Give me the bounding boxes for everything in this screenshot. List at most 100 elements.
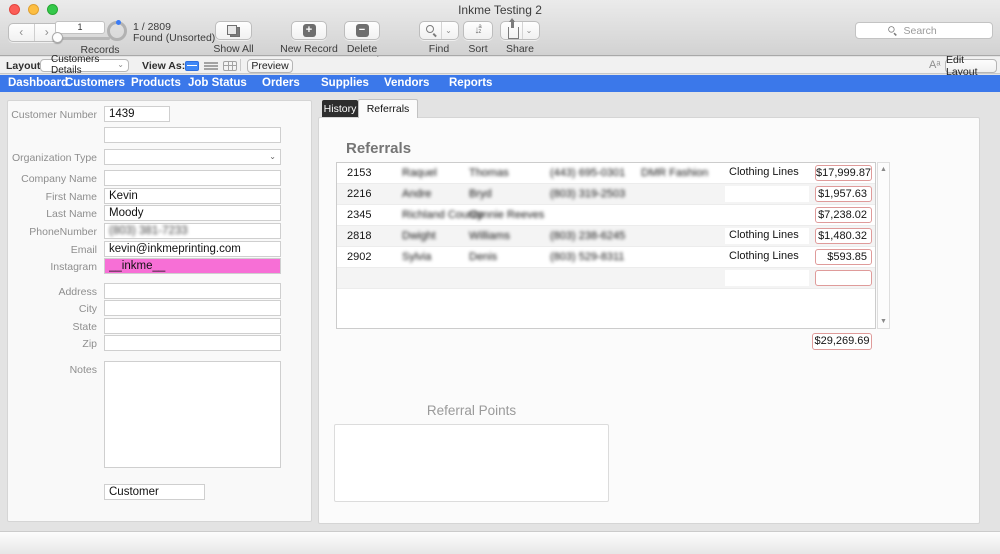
list-view-icon[interactable] [204,61,218,71]
form-view-icon[interactable] [185,61,199,71]
divider [240,59,241,71]
referral-type-field[interactable]: Clothing Lines [725,228,809,244]
app-window: Inkme Testing 2 ‹ › 1 1 / 2809 Found (Un… [0,0,1000,554]
find-label: Find [419,43,459,55]
email-label: Email [8,244,97,256]
edit-layout-button[interactable]: Edit Layout [945,59,997,73]
layout-select[interactable]: Customers Details ⌄ [40,59,129,72]
nav-item-vendors[interactable]: Vendors [384,77,429,89]
chevron-down-icon: ⌄ [269,152,276,161]
portal-scrollbar[interactable]: ▲ ▼ [877,162,890,329]
table-view-icon[interactable] [223,61,237,71]
record-slider-thumb[interactable] [52,32,63,43]
referral-amount-field[interactable]: $1,957.63 [815,186,872,202]
referral-amount-field[interactable] [815,270,872,286]
email-field[interactable] [104,241,281,257]
nav-item-products[interactable]: Products [131,77,181,89]
tab-referrals-label: Referrals [367,103,410,115]
first-name-field[interactable] [104,188,281,204]
referral-amount-field[interactable]: $1,480.32 [815,228,872,244]
notes-label: Notes [8,364,97,376]
delete-record-button[interactable]: − [344,21,380,40]
share-button[interactable]: ⌄ [500,21,540,40]
redacted-phone: (443) 695-0301 [550,167,625,179]
show-all-button[interactable] [215,21,252,40]
record-content: Customer Number Organization Type ⌄ Comp… [0,92,1000,531]
address-field[interactable] [104,283,281,299]
scroll-down-icon[interactable]: ▼ [878,318,889,325]
redacted-first-name: Raquel [402,167,437,179]
phone-number-label: PhoneNumber [8,226,97,238]
notes-field[interactable] [104,361,281,468]
record-number-field[interactable]: 1 [55,21,105,34]
city-label: City [8,303,97,315]
table-row[interactable]: 2153 Raquel Thomas (443) 695-0301 DMR Fa… [337,163,875,184]
window-footer [0,531,1000,554]
record-slider-track[interactable] [55,37,110,40]
referral-points-label: Referral Points [334,403,609,418]
redacted-last-name: Denis [469,251,497,263]
referral-amount-field[interactable]: $593.85 [815,249,872,265]
referral-type-field[interactable] [725,270,809,286]
divider [441,22,442,39]
first-name-label: First Name [8,191,97,203]
chevron-down-icon[interactable]: ⌄ [526,27,533,35]
referral-type-field[interactable] [725,186,809,202]
nav-item-orders[interactable]: Orders [262,77,300,89]
table-row[interactable]: 2216 Andre Bryd (803) 319-2503 $1,957.63 [337,184,875,205]
referral-type-field[interactable]: Clothing Lines [725,249,809,265]
redacted-company: DMR Fashion [641,167,708,179]
chevron-down-icon[interactable]: ⌄ [445,27,452,35]
nav-item-customers[interactable]: Customers [65,77,125,89]
redacted-last-name: Connie Reeves [469,209,544,221]
sort-button[interactable]: ↓az [463,21,493,40]
city-field[interactable] [104,300,281,316]
formatting-icon[interactable]: Aᵃ [929,59,940,71]
company-name-field[interactable] [104,170,281,186]
window-chrome: Inkme Testing 2 ‹ › 1 1 / 2809 Found (Un… [0,0,1000,56]
table-row[interactable]: 2818 Dwight Williams (803) 238-6245 Clot… [337,226,875,247]
table-row[interactable]: 2902 Sylvia Denis (803) 529-8311 Clothin… [337,247,875,268]
referral-id: 2345 [347,209,371,221]
tab-referrals[interactable]: Referrals [358,99,418,118]
referral-amount-field[interactable]: $17,999.87 [815,165,872,181]
nav-item-reports[interactable]: Reports [449,77,492,89]
instagram-field[interactable] [104,258,281,274]
referral-total-field[interactable]: $29,269.69 [812,333,872,350]
search-input[interactable] [902,24,962,38]
referral-amount-field[interactable]: $7,238.02 [815,207,872,223]
last-name-field[interactable] [104,205,281,221]
layers-icon [227,25,240,37]
found-set-pie-icon[interactable] [107,21,127,41]
referral-type-field[interactable]: Clothing Lines [725,165,809,181]
referral-id: 2153 [347,167,371,179]
state-label: State [8,321,97,333]
referral-points-field[interactable] [334,424,609,502]
search-field-container [855,22,993,39]
nav-item-dashboard[interactable]: Dashboard [8,77,68,89]
zip-field[interactable] [104,335,281,351]
minus-icon: − [356,24,369,37]
organization-type-select[interactable]: ⌄ [104,149,281,165]
customer-type-field[interactable] [104,484,205,500]
find-button[interactable]: ⌄ [419,21,459,40]
scroll-up-icon[interactable]: ▲ [878,166,889,173]
preview-button[interactable]: Preview [247,59,293,73]
table-row[interactable] [337,268,875,289]
redacted-first-name: Sylvia [402,251,431,263]
nav-item-job-status[interactable]: Job Status [188,77,247,89]
untitled-field[interactable] [104,127,281,143]
customer-number-field[interactable] [104,106,170,122]
referral-type-field[interactable] [725,207,809,223]
previous-record-button[interactable]: ‹ [9,24,34,41]
table-row[interactable]: 2345 Richland County Connie Reeves $7,23… [337,205,875,226]
redacted-first-name: Andre [402,188,431,200]
customer-number-label: Customer Number [8,109,97,121]
chevron-down-icon: ⌄ [117,61,124,69]
nav-item-supplies[interactable]: Supplies [321,77,369,89]
phone-number-field[interactable]: (803) 381-7233 [104,223,281,239]
tab-history[interactable]: History [322,100,358,118]
new-record-button[interactable]: + [291,21,327,40]
search-icon [426,25,438,37]
state-field[interactable] [104,318,281,334]
